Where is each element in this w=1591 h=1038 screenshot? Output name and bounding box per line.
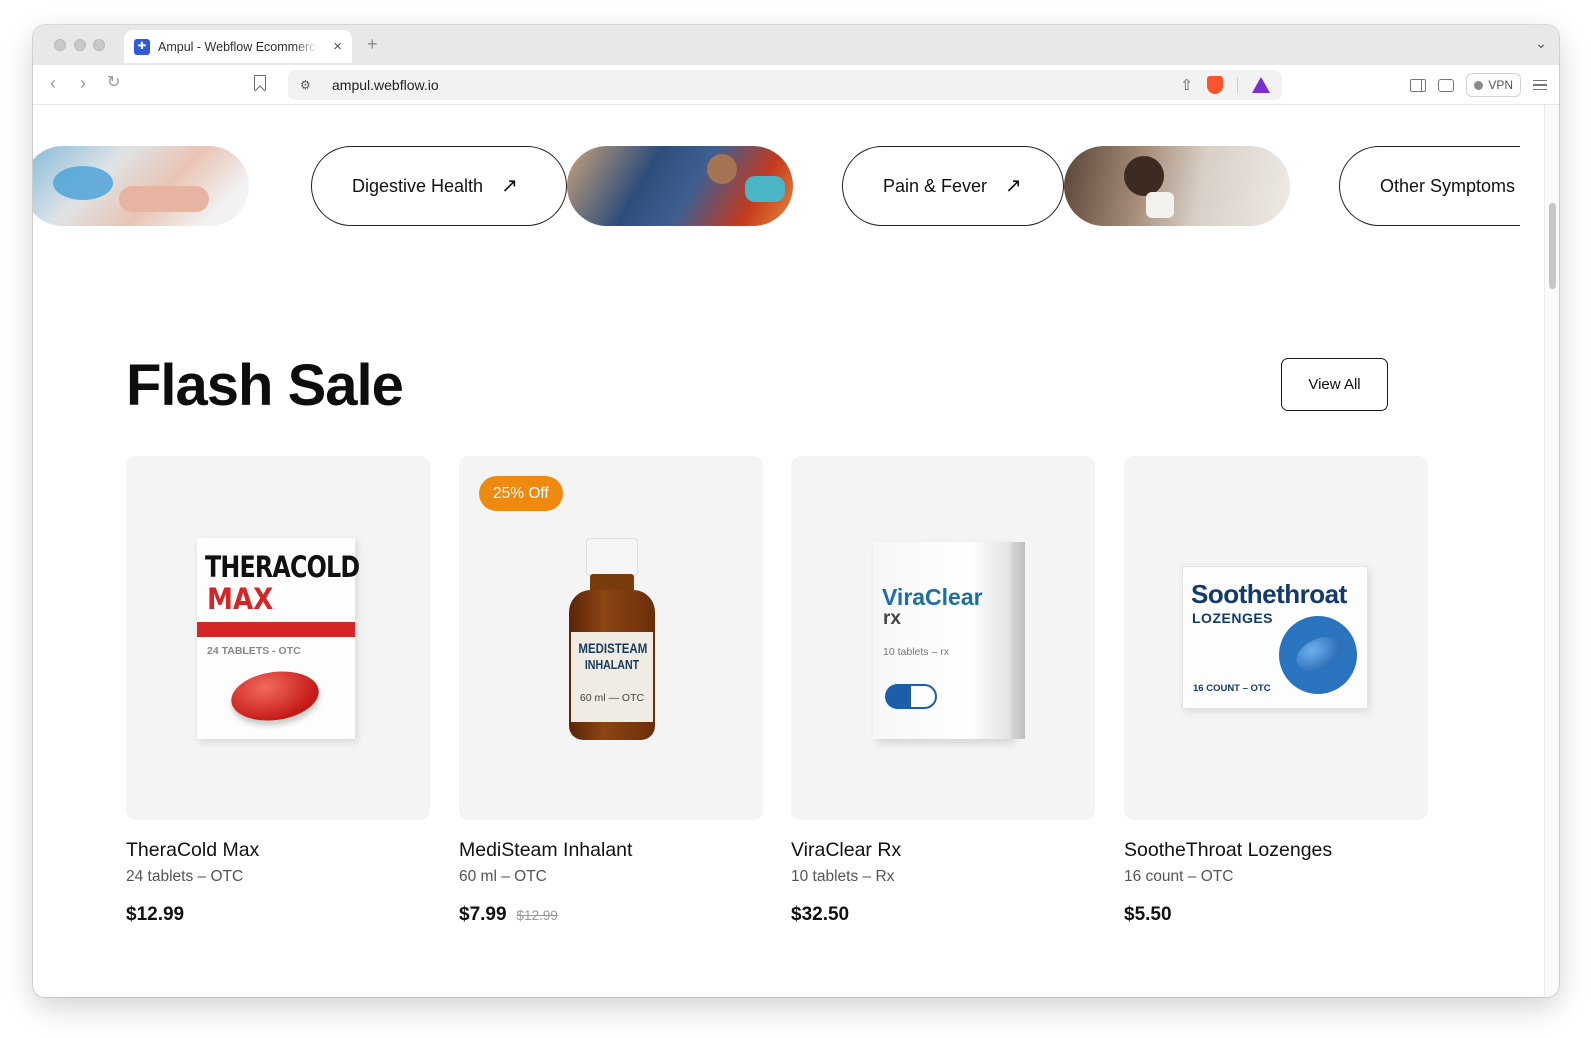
reload-icon[interactable]: ↻ (107, 73, 120, 93)
box-text: 24 TABLETS - OTC (207, 645, 301, 657)
sidebar-icon[interactable] (1410, 78, 1427, 92)
address-bar[interactable]: ⚙ ampul.webflow.io ⇧ (288, 70, 1282, 100)
bottle-label: MEDISTEAM INHALANT 60 ml — OTC (571, 632, 653, 722)
product-name[interactable]: ViraClear Rx (791, 839, 1095, 862)
browser-window: ✚ Ampul - Webflow Ecommerce × + ⌄ ‹ › ↻ … (33, 25, 1559, 997)
section-title: Flash Sale (126, 353, 404, 418)
box-text: MEDISTEAM (578, 640, 648, 656)
product-price: $7.99 (459, 904, 507, 925)
product-pack: 24 tablets – OTC (126, 868, 244, 885)
price-row: $32.50 (791, 904, 1095, 926)
price-row: $5.50 (1124, 904, 1428, 926)
back-icon[interactable]: ‹ (50, 73, 56, 93)
capsule-icon (885, 684, 937, 709)
product-card[interactable]: ViraClear rx 10 tablets – rx ViraClear R… (791, 456, 1095, 926)
category-label: Pain & Fever (883, 175, 988, 196)
maximize-window-button[interactable] (93, 39, 105, 51)
arrow-up-right-icon: ↗ (501, 175, 518, 197)
product-image[interactable]: ViraClear rx 10 tablets – rx (791, 456, 1095, 820)
browser-toolbar: ‹ › ↻ ⚙ ampul.webflow.io ⇧ VPN (33, 65, 1559, 105)
box-text: THERACOLD (205, 550, 360, 584)
scrollbar-thumb[interactable] (1549, 203, 1556, 289)
chevron-down-icon[interactable]: ⌄ (1535, 35, 1547, 52)
category-image[interactable] (33, 146, 249, 226)
minimize-window-button[interactable] (74, 39, 86, 51)
page-viewport: Digestive Health ↗ Pain & Fever ↗ Other … (33, 105, 1520, 997)
tab-bar: ✚ Ampul - Webflow Ecommerce × + ⌄ (33, 25, 1559, 65)
product-price: $5.50 (1124, 904, 1172, 925)
category-image[interactable] (567, 146, 793, 226)
vpn-label: VPN (1488, 78, 1513, 92)
favicon-icon: ✚ (134, 38, 150, 55)
share-icon[interactable]: ⇧ (1180, 76, 1193, 94)
product-price: $32.50 (791, 904, 850, 925)
product-box-illustration: ViraClear rx 10 tablets – rx (873, 542, 1025, 739)
browser-tab[interactable]: ✚ Ampul - Webflow Ecommerce × (124, 30, 352, 63)
product-old-price: $12.99 (516, 908, 558, 923)
price-row: $7.99 $12.99 (459, 904, 763, 926)
box-text: MAX (207, 582, 274, 616)
pill-icon (228, 666, 322, 726)
product-name[interactable]: MediSteam Inhalant (459, 839, 763, 862)
menu-icon[interactable] (1533, 80, 1547, 90)
discount-badge: 25% Off (479, 476, 563, 511)
vpn-button[interactable]: VPN (1466, 73, 1521, 97)
tab-title: Ampul - Webflow Ecommerce (158, 39, 318, 54)
divider (1237, 77, 1238, 93)
url-text[interactable]: ampul.webflow.io (332, 77, 439, 93)
brave-rewards-icon[interactable] (1252, 77, 1270, 93)
product-image[interactable]: 25% Off MEDISTEAM INHALANT 60 ml — OTC (459, 456, 763, 820)
category-label: Other Symptoms (1380, 175, 1516, 196)
bookmark-icon[interactable] (254, 75, 266, 90)
tab-close-icon[interactable]: × (333, 38, 342, 55)
product-card[interactable]: 25% Off MEDISTEAM INHALANT 60 ml — OTC M… (459, 456, 763, 926)
scrollbar[interactable] (1544, 105, 1559, 997)
product-price: $12.99 (126, 904, 185, 925)
category-pain-fever[interactable]: Pain & Fever ↗ (842, 146, 1064, 226)
close-window-button[interactable] (54, 39, 66, 51)
box-text: 60 ml — OTC (579, 692, 645, 704)
product-name[interactable]: SootheThroat Lozenges (1124, 839, 1428, 862)
category-image[interactable] (1064, 146, 1290, 226)
product-box-illustration: Soothethroat LOZENGES 16 COUNT – OTC (1182, 566, 1368, 709)
category-digestive-health[interactable]: Digestive Health ↗ (311, 146, 567, 226)
category-strip: Digestive Health ↗ Pain & Fever ↗ Other … (33, 146, 1520, 226)
product-image[interactable]: THERACOLD MAX 24 TABLETS - OTC (126, 456, 430, 820)
product-image[interactable]: Soothethroat LOZENGES 16 COUNT – OTC (1124, 456, 1428, 820)
category-other-symptoms[interactable]: Other Symptoms ↗ (1339, 146, 1520, 226)
view-all-button[interactable]: View All (1281, 358, 1388, 411)
new-tab-button[interactable]: + (367, 34, 378, 55)
product-pack: 10 tablets – Rx (791, 868, 895, 885)
product-name[interactable]: TheraCold Max (126, 839, 430, 862)
product-card[interactable]: THERACOLD MAX 24 TABLETS - OTC TheraCold… (126, 456, 430, 926)
wallet-icon[interactable] (1438, 78, 1455, 92)
product-pack: 16 count – OTC (1124, 868, 1234, 885)
arrow-up-right-icon: ↗ (1005, 175, 1022, 197)
box-band (197, 622, 355, 637)
product-pack: 60 ml – OTC (459, 868, 547, 885)
bottle-cap (586, 538, 638, 576)
box-text: INHALANT (584, 658, 640, 672)
category-label: Digestive Health (352, 175, 484, 196)
box-text: Soothethroat (1191, 579, 1347, 609)
vpn-status-icon (1474, 80, 1484, 90)
box-text: LOZENGES (1192, 610, 1274, 626)
site-settings-icon[interactable]: ⚙ (300, 78, 320, 92)
box-text: 16 COUNT – OTC (1193, 683, 1271, 694)
box-side (1011, 542, 1025, 739)
price-row: $12.99 (126, 904, 430, 926)
product-card[interactable]: Soothethroat LOZENGES 16 COUNT – OTC Soo… (1124, 456, 1428, 926)
box-text: rx (883, 608, 901, 629)
brave-shields-icon[interactable] (1207, 76, 1223, 94)
box-text: ViraClear (882, 584, 983, 610)
forward-icon[interactable]: › (80, 73, 86, 93)
box-text: 10 tablets – rx (883, 646, 949, 658)
product-box-illustration: THERACOLD MAX 24 TABLETS - OTC (197, 538, 360, 739)
